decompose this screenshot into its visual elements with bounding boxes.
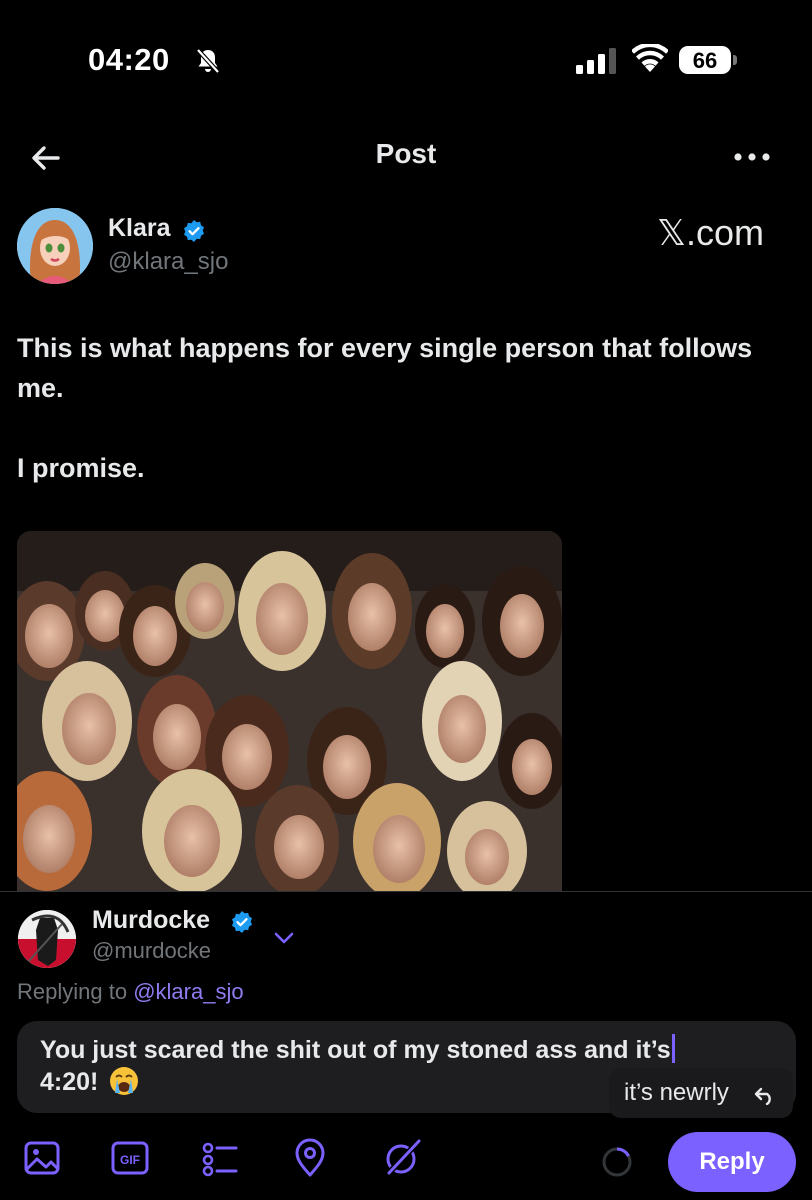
author-name[interactable]: Klara	[108, 214, 171, 243]
reply-input-value: You just scared the shit out of my stone…	[40, 1036, 671, 1064]
reply-input-value-line2: 4:20!	[40, 1068, 99, 1096]
wifi-icon	[632, 44, 668, 72]
grok-icon[interactable]	[382, 1138, 422, 1178]
image-icon[interactable]	[22, 1138, 62, 1178]
verified-badge-icon	[184, 220, 204, 242]
page-title: Post	[375, 138, 437, 169]
author-avatar[interactable]	[17, 208, 93, 284]
ellipsis-icon[interactable]	[730, 142, 774, 172]
reply-author-handle: @murdocke	[92, 938, 211, 963]
replying-handle[interactable]: @klara_sjo	[133, 979, 243, 1004]
text-caret	[671, 1034, 675, 1063]
replying-to: Replying to @klara_sjo	[17, 979, 244, 1005]
svg-text:GIF: GIF	[120, 1153, 140, 1167]
status-bar: 04:20 66	[0, 0, 812, 120]
verified-badge-icon	[232, 911, 252, 933]
chevron-down-icon[interactable]	[272, 928, 296, 948]
author-handle[interactable]: @klara_sjo	[108, 248, 228, 276]
watermark: 𝕏.com	[657, 212, 765, 253]
location-icon[interactable]	[290, 1138, 330, 1178]
top-nav: Post	[0, 120, 812, 196]
reply-author-name: Murdocke	[92, 906, 211, 934]
reply-button[interactable]: Reply	[668, 1132, 796, 1192]
bell-slash-icon	[196, 48, 220, 74]
status-time: 04:20	[88, 42, 170, 77]
poll-icon[interactable]	[200, 1138, 240, 1178]
undo-icon[interactable]	[754, 1083, 776, 1105]
signal-icon	[576, 48, 616, 74]
character-count-ring-icon	[602, 1147, 632, 1177]
post-media-image[interactable]	[17, 531, 562, 891]
replying-prefix: Replying to	[17, 979, 128, 1004]
reply-author-avatar[interactable]	[18, 910, 76, 968]
crying-face-emoji-icon	[110, 1067, 139, 1095]
battery-icon: 66	[679, 46, 737, 74]
autocorrect-text[interactable]: it’s newrly	[624, 1079, 729, 1107]
battery-level: 66	[692, 48, 718, 73]
gif-icon[interactable]: GIF	[110, 1138, 150, 1178]
post-text: This is what happens for every single pe…	[17, 333, 753, 483]
